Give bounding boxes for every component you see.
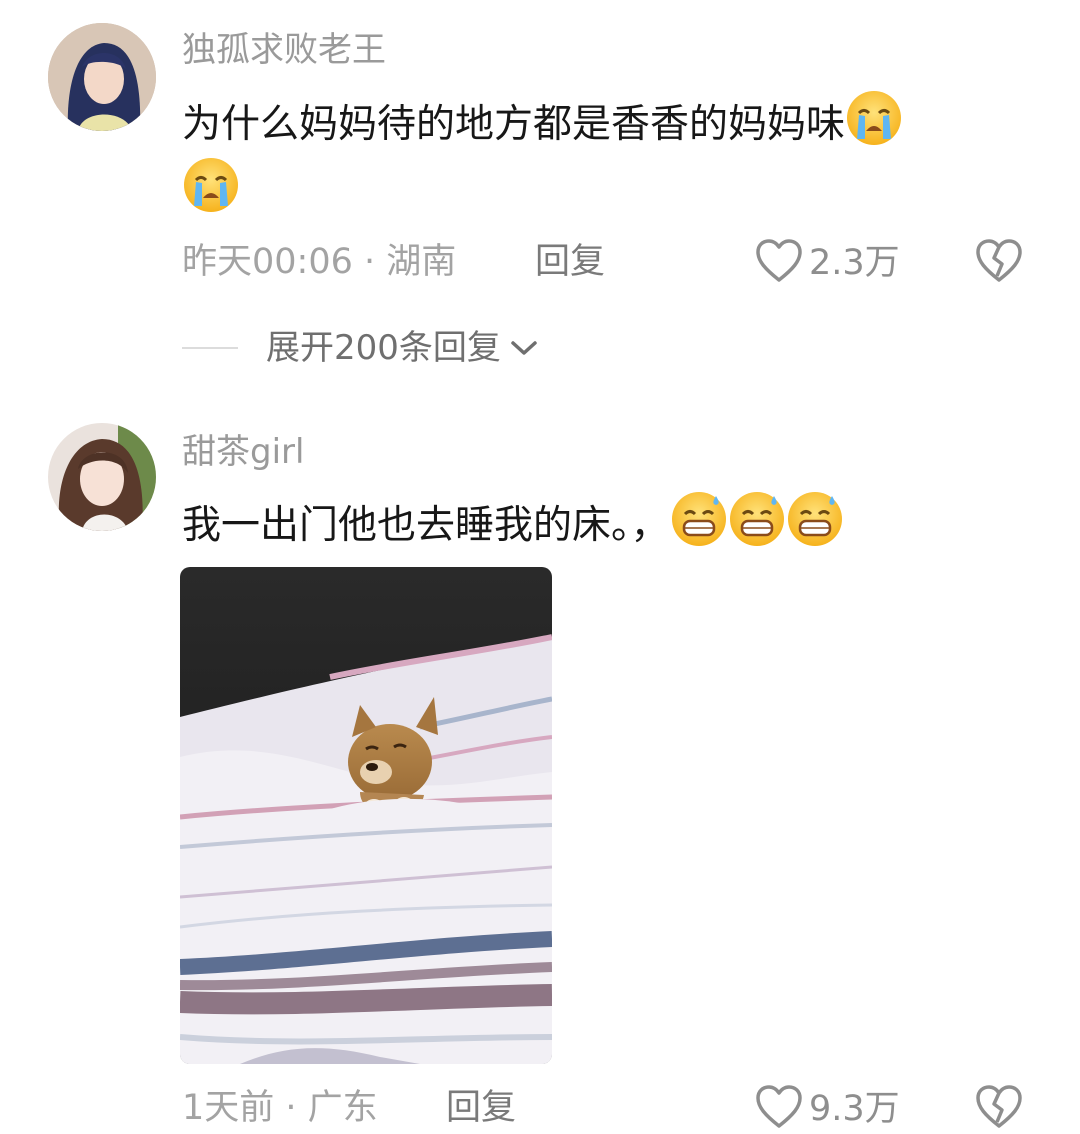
timestamp: 昨天00:06 — [182, 242, 353, 282]
location: 广东 — [307, 1088, 378, 1128]
comment-text: 为什么妈妈待的地方都是香香的妈妈味 — [182, 89, 1022, 223]
like-count: 9.3万 — [809, 1089, 900, 1129]
comment-text-body: 我一出门他也去睡我的床。， — [182, 503, 670, 548]
reply-button[interactable]: 回复 — [446, 1086, 516, 1130]
like-count: 2.3万 — [809, 243, 900, 283]
reply-button[interactable]: 回复 — [535, 240, 605, 284]
expand-replies-button[interactable]: 展开200条回复 — [182, 326, 539, 370]
like-button[interactable]: 9.3万 — [755, 1084, 900, 1134]
heart-icon — [755, 238, 803, 288]
expand-replies-label: 展开200条回复 — [266, 328, 501, 368]
broken-heart-icon — [975, 1085, 1023, 1134]
heart-icon — [755, 1084, 803, 1134]
timestamp: 1天前 — [182, 1088, 275, 1128]
like-button[interactable]: 2.3万 — [755, 238, 900, 288]
grinning-sweat-face-icon — [728, 490, 786, 548]
meta-separator: · — [352, 242, 387, 282]
loudly-crying-face-icon — [845, 89, 903, 147]
comment-meta: 昨天00:06 · 湖南 — [182, 240, 456, 284]
avatar[interactable] — [48, 423, 156, 531]
dislike-button[interactable] — [975, 1084, 1023, 1134]
chevron-down-icon — [509, 338, 539, 358]
broken-heart-icon — [975, 239, 1023, 288]
avatar[interactable] — [48, 23, 156, 131]
grinning-sweat-face-icon — [786, 490, 844, 548]
comment-text: 我一出门他也去睡我的床。， — [182, 490, 1022, 557]
dislike-button[interactable] — [975, 238, 1023, 288]
grinning-sweat-face-icon — [670, 490, 728, 548]
comment-meta: 1天前 · 广东 — [182, 1086, 378, 1130]
divider — [182, 347, 238, 349]
username[interactable]: 甜茶girl — [182, 432, 304, 472]
username[interactable]: 独孤求败老王 — [182, 30, 386, 70]
location: 湖南 — [386, 242, 457, 282]
loudly-crying-face-icon — [182, 156, 240, 214]
meta-separator: · — [274, 1088, 308, 1128]
comment-photo[interactable] — [180, 567, 552, 1064]
comment-text-body: 为什么妈妈待的地方都是香香的妈妈味 — [182, 102, 846, 147]
